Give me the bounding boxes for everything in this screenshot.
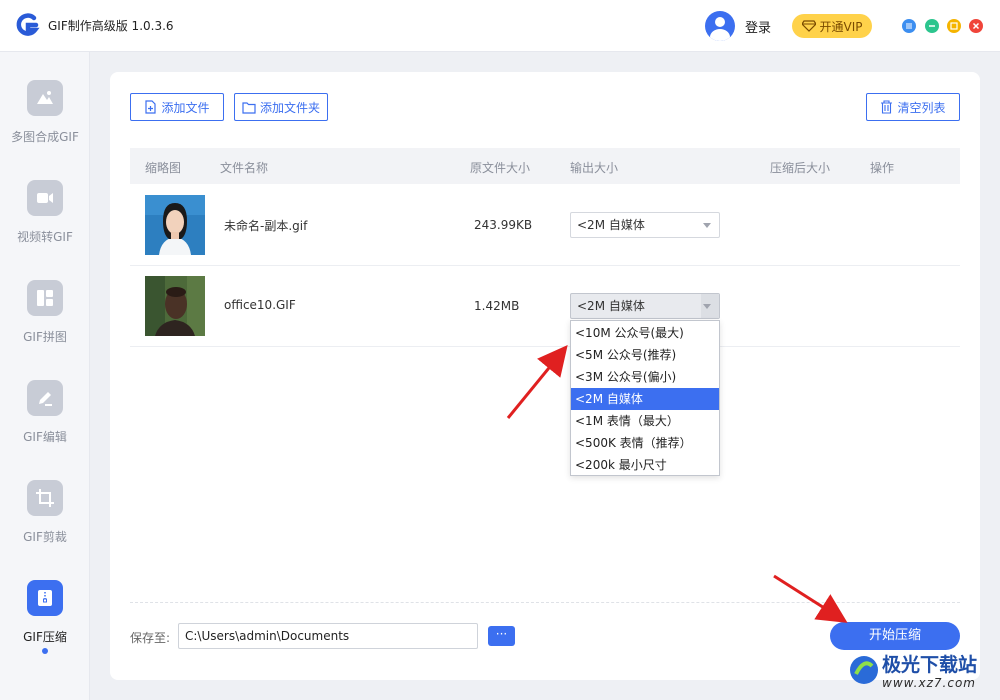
close-button[interactable]	[969, 19, 983, 33]
maximize-icon	[950, 22, 958, 30]
dropdown-option-selected[interactable]: <2M 自媒体	[571, 388, 719, 410]
column-header: 文件名称	[220, 161, 269, 175]
column-header: 原文件大小	[470, 161, 531, 175]
user-avatar-icon[interactable]	[705, 11, 735, 41]
chevron-down-icon	[703, 304, 711, 309]
clear-list-label: 清空列表	[897, 100, 946, 115]
menu-window-button[interactable]	[902, 19, 916, 33]
column-header: 缩略图	[145, 161, 182, 175]
table-header: 缩略图 文件名称 原文件大小 输出大小 压缩后大小 操作	[130, 148, 960, 184]
sidebar-item-gif-crop[interactable]: GIF剪裁	[0, 480, 90, 570]
add-folder-button[interactable]: 添加文件夹	[234, 93, 328, 121]
title-bar: GIF制作高级版 1.0.3.6 登录 开通VIP	[0, 0, 1000, 52]
column-header: 压缩后大小	[770, 161, 831, 175]
sidebar-item-label: GIF压缩	[23, 630, 67, 644]
file-name: office10.GIF	[224, 298, 296, 312]
vip-label: 开通VIP	[819, 19, 863, 34]
sidebar-item-label: 视频转GIF	[17, 230, 73, 244]
minimize-button[interactable]	[925, 19, 939, 33]
output-size-dropdown: <10M 公众号(最大) <5M 公众号(推荐) <3M 公众号(偏小) <2M…	[570, 320, 720, 476]
table-row[interactable]: office10.GIF 1.42MB <2M 自媒体	[130, 266, 960, 347]
minimize-icon	[929, 25, 935, 27]
chevron-down-icon	[703, 223, 711, 228]
app-title: GIF制作高级版 1.0.3.6	[48, 19, 174, 33]
sidebar-item-label: GIF编辑	[23, 430, 67, 444]
output-size-select[interactable]: <2M 自媒体	[570, 212, 720, 238]
original-size: 1.42MB	[474, 299, 520, 313]
add-file-button[interactable]: 添加文件	[130, 93, 224, 121]
menu-icon	[906, 23, 912, 29]
dropdown-option[interactable]: <200k 最小尺寸	[571, 454, 719, 476]
watermark-logo-icon	[850, 656, 878, 684]
table-row[interactable]: 未命名-副本.gif 243.99KB <2M 自媒体	[130, 185, 960, 266]
diamond-icon	[801, 20, 816, 32]
thumbnail-image	[145, 276, 205, 336]
sidebar: 多图合成GIF 视频转GIF GIF拼图 GIF编辑 GIF剪裁 GIF压缩	[0, 52, 90, 700]
active-indicator-dot	[42, 648, 48, 654]
dropdown-option[interactable]: <500K 表情（推荐）	[571, 432, 719, 454]
save-path-input[interactable]	[178, 623, 478, 649]
output-size-select[interactable]: <2M 自媒体	[570, 293, 720, 319]
grid-layout-icon	[27, 280, 63, 316]
trash-icon	[881, 100, 893, 114]
sidebar-item-label: 多图合成GIF	[11, 130, 79, 144]
close-icon	[972, 22, 980, 30]
column-header: 输出大小	[570, 161, 619, 175]
sidebar-item-gif-collage[interactable]: GIF拼图	[0, 280, 90, 370]
output-size-value: <2M 自媒体	[577, 218, 645, 232]
vip-button[interactable]: 开通VIP	[792, 14, 872, 38]
output-size-value: <2M 自媒体	[577, 299, 645, 313]
browse-folder-button[interactable]: ···	[488, 626, 515, 646]
add-file-label: 添加文件	[161, 100, 210, 115]
dropdown-option[interactable]: <5M 公众号(推荐)	[571, 344, 719, 366]
sidebar-item-label: GIF拼图	[23, 330, 67, 344]
add-file-icon	[145, 100, 157, 114]
watermark-title: 极光下载站	[882, 654, 978, 676]
add-folder-icon	[242, 101, 256, 114]
watermark-logo: 极光下载站 www.xz7.com	[848, 646, 996, 696]
pencil-edit-icon	[27, 380, 63, 416]
compress-file-icon	[27, 580, 63, 616]
mountain-image-icon	[27, 80, 63, 116]
original-size: 243.99KB	[474, 218, 533, 232]
maximize-button[interactable]	[947, 19, 961, 33]
column-header: 操作	[870, 161, 895, 175]
dropdown-option[interactable]: <3M 公众号(偏小)	[571, 366, 719, 388]
dropdown-option[interactable]: <1M 表情（最大）	[571, 410, 719, 432]
app-logo-icon	[16, 13, 40, 36]
clear-list-button[interactable]: 清空列表	[866, 93, 960, 121]
sidebar-item-video-to-gif[interactable]: 视频转GIF	[0, 180, 90, 270]
add-folder-label: 添加文件夹	[259, 100, 320, 115]
watermark-url: www.xz7.com	[882, 676, 976, 690]
thumbnail-image	[145, 195, 205, 255]
login-link[interactable]: 登录	[745, 17, 771, 36]
footer-divider	[130, 602, 960, 603]
main-panel: 添加文件 添加文件夹 清空列表 缩略图 文件名称 原文件大小 输出大小 压缩后大…	[110, 72, 980, 680]
sidebar-item-gif-compress[interactable]: GIF压缩	[0, 580, 90, 670]
sidebar-item-label: GIF剪裁	[23, 530, 67, 544]
sidebar-item-gif-edit[interactable]: GIF编辑	[0, 380, 90, 470]
crop-icon	[27, 480, 63, 516]
dropdown-option[interactable]: <10M 公众号(最大)	[571, 322, 719, 344]
sidebar-item-multi-image-gif[interactable]: 多图合成GIF	[0, 80, 90, 170]
video-camera-icon	[27, 180, 63, 216]
save-to-label: 保存至:	[130, 631, 171, 645]
file-name: 未命名-副本.gif	[224, 219, 308, 233]
